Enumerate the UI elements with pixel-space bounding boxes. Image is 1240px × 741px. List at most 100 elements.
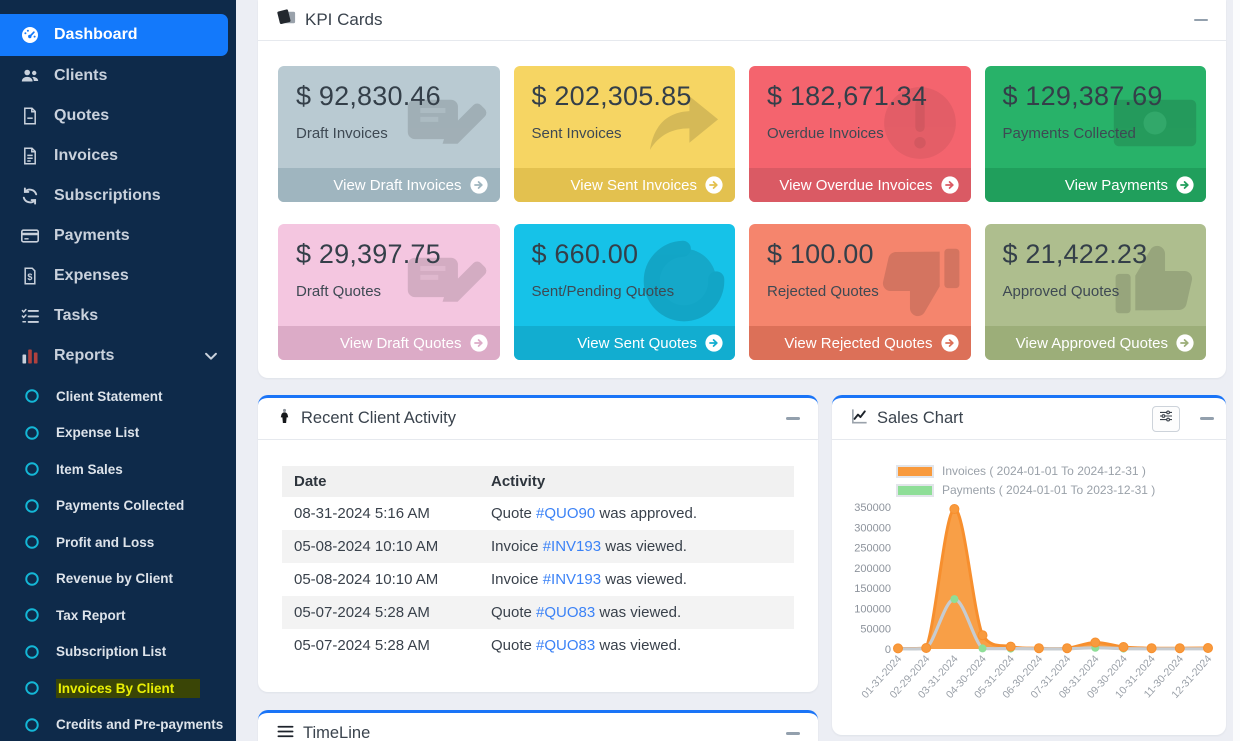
report-item-label: Credits and Pre-payments (56, 717, 223, 732)
circle-outline-icon (24, 388, 40, 404)
legend-item[interactable]: Payments ( 2024-01-01 To 2023-12-31 ) (896, 483, 1226, 497)
kpi-label: Draft Quotes (296, 283, 482, 300)
activity-date: 05-07-2024 5:28 AM (282, 629, 479, 662)
kpi-card-body: $ 21,422.23 Approved Quotes (985, 224, 1207, 315)
kpi-label: Sent Invoices (532, 125, 718, 142)
activity-row: 05-07-2024 5:28 AMQuote #QUO83 was viewe… (282, 596, 794, 629)
report-item-subscription-list[interactable]: Subscription List (0, 634, 236, 671)
svg-text:250000: 250000 (854, 543, 891, 555)
sidebar-item-label: Dashboard (54, 26, 138, 44)
sidebar-item-invoices[interactable]: Invoices (0, 136, 236, 176)
kpi-amount: $ 182,671.34 (767, 81, 953, 112)
legend-swatch (896, 484, 934, 497)
activity-link[interactable]: #QUO90 (536, 505, 595, 522)
svg-text:350000: 350000 (854, 502, 891, 514)
circle-outline-icon (24, 644, 40, 660)
sidebar-item-tasks[interactable]: Tasks (0, 296, 236, 336)
collapse-icon[interactable] (786, 732, 800, 735)
kpi-card-body: $ 660.00Sent/Pending Quotes (514, 224, 736, 315)
column-header-date: Date (282, 466, 479, 497)
sidebar-item-reports[interactable]: Reports (0, 336, 236, 376)
kpi-panel-header: KPI Cards (258, 0, 1226, 41)
sales-chart-panel: Sales Chart Invoices ( 2024-01-01 To 202… (832, 395, 1226, 735)
kpi-card-rejected-quotes: $ 100.00Rejected Quotes View Rejected Quo… (749, 224, 971, 360)
chart-line-icon (850, 407, 869, 431)
legend-label: Invoices ( 2024-01-01 To 2024-12-31 ) (942, 464, 1146, 478)
circle-outline-icon (24, 498, 40, 514)
activity-date: 05-08-2024 10:10 AM (282, 563, 479, 596)
kpi-card-overdue-invoices: $ 182,671.34 Overdue Invoices View Overdue… (749, 66, 971, 202)
kpi-view-label: View Draft Invoices (333, 177, 461, 194)
legend-label: Payments ( 2024-01-01 To 2023-12-31 ) (942, 483, 1155, 497)
arrow-circle-icon (1176, 334, 1194, 352)
activity-link[interactable]: #QUO83 (536, 637, 595, 654)
arrow-circle-icon (941, 334, 959, 352)
chart-filter-button[interactable] (1152, 406, 1180, 432)
column-header-activity: Activity (479, 466, 794, 497)
kpi-amount: $ 100.00 (767, 239, 953, 270)
sidebar-item-label: Quotes (54, 107, 109, 125)
kpi-cards-panel: KPI Cards $ 92,830.46Draft InvoicesView … (258, 0, 1226, 378)
kpi-view-button[interactable]: View Payments (985, 168, 1207, 202)
kpi-view-button[interactable]: View Sent Invoices (514, 168, 736, 202)
activity-date: 05-07-2024 5:28 AM (282, 596, 479, 629)
report-item-item-sales[interactable]: Item Sales (0, 451, 236, 488)
activity-panel-title: Recent Client Activity (301, 409, 456, 428)
collapse-icon[interactable] (786, 417, 800, 420)
kpi-view-button[interactable]: View Approved Quotes (985, 326, 1207, 360)
kpi-amount: $ 92,830.46 (296, 81, 482, 112)
activity-link[interactable]: #INV193 (543, 538, 601, 555)
scrollbar-track[interactable] (1233, 0, 1240, 741)
arrow-circle-icon (470, 176, 488, 194)
activity-text: Quote #QUO83 was viewed. (479, 596, 794, 629)
sidebar-item-subscriptions[interactable]: Subscriptions (0, 176, 236, 216)
report-item-tax-report[interactable]: Tax Report (0, 597, 236, 634)
collapse-icon[interactable] (1200, 417, 1214, 420)
circle-outline-icon (24, 717, 40, 733)
kpi-amount: $ 21,422.23 (1003, 239, 1189, 270)
gauge-icon (20, 25, 40, 45)
kpi-card-body: $ 182,671.34 Overdue Invoices (749, 66, 971, 157)
activity-link[interactable]: #INV193 (543, 571, 601, 588)
kpi-view-button[interactable]: View Draft Invoices (278, 168, 500, 202)
kpi-card-body: $ 100.00Rejected Quotes (749, 224, 971, 315)
kpi-view-label: View Rejected Quotes (784, 335, 932, 352)
users-icon (20, 66, 40, 86)
report-item-client-statement[interactable]: Client Statement (0, 378, 236, 415)
legend-item[interactable]: Invoices ( 2024-01-01 To 2024-12-31 ) (896, 464, 1226, 478)
report-item-label: Client Statement (56, 389, 163, 404)
sidebar-item-quotes[interactable]: Quotes (0, 96, 236, 136)
sidebar-item-label: Tasks (54, 307, 98, 325)
report-item-profit-and-loss[interactable]: Profit and Loss (0, 524, 236, 561)
kpi-card-draft-quotes: $ 29,397.75Draft QuotesView Draft Quotes (278, 224, 500, 360)
report-item-label: Profit and Loss (56, 535, 154, 550)
kpi-amount: $ 129,387.69 (1003, 81, 1189, 112)
activity-link[interactable]: #QUO83 (536, 604, 595, 621)
sidebar-item-dashboard[interactable]: Dashboard (0, 14, 228, 56)
report-item-payments-collected[interactable]: Payments Collected (0, 488, 236, 525)
kpi-card-body: $ 129,387.69Payments Collected (985, 66, 1207, 157)
report-item-invoices-by-client[interactable]: Invoices By Client (0, 670, 236, 707)
activity-text: Quote #QUO90 was approved. (479, 497, 794, 530)
report-item-label: Item Sales (56, 462, 123, 477)
sidebar-item-expenses[interactable]: $Expenses (0, 256, 236, 296)
sliders-icon (1158, 408, 1174, 429)
svg-text:300000: 300000 (854, 522, 891, 534)
sidebar-item-clients[interactable]: Clients (0, 56, 236, 96)
activity-date: 08-31-2024 5:16 AM (282, 497, 479, 530)
report-item-expense-list[interactable]: Expense List (0, 415, 236, 452)
kpi-label: Approved Quotes (1003, 283, 1189, 300)
collapse-icon[interactable] (1194, 19, 1208, 22)
kpi-card-body: $ 202,305.85Sent Invoices (514, 66, 736, 157)
kpi-view-button[interactable]: View Overdue Invoices (749, 168, 971, 202)
report-item-revenue-by-client[interactable]: Revenue by Client (0, 561, 236, 598)
kpi-view-label: View Payments (1065, 177, 1168, 194)
kpi-view-button[interactable]: View Rejected Quotes (749, 326, 971, 360)
kpi-view-button[interactable]: View Sent Quotes (514, 326, 736, 360)
checklist-icon (20, 306, 40, 326)
report-item-credits-and-pre-payments[interactable]: Credits and Pre-payments (0, 707, 236, 741)
y-axis-labels: 0500001000001500002000002500003000003500… (854, 502, 891, 656)
kpi-label: Overdue Invoices (767, 125, 953, 142)
kpi-view-button[interactable]: View Draft Quotes (278, 326, 500, 360)
sidebar-item-payments[interactable]: Payments (0, 216, 236, 256)
